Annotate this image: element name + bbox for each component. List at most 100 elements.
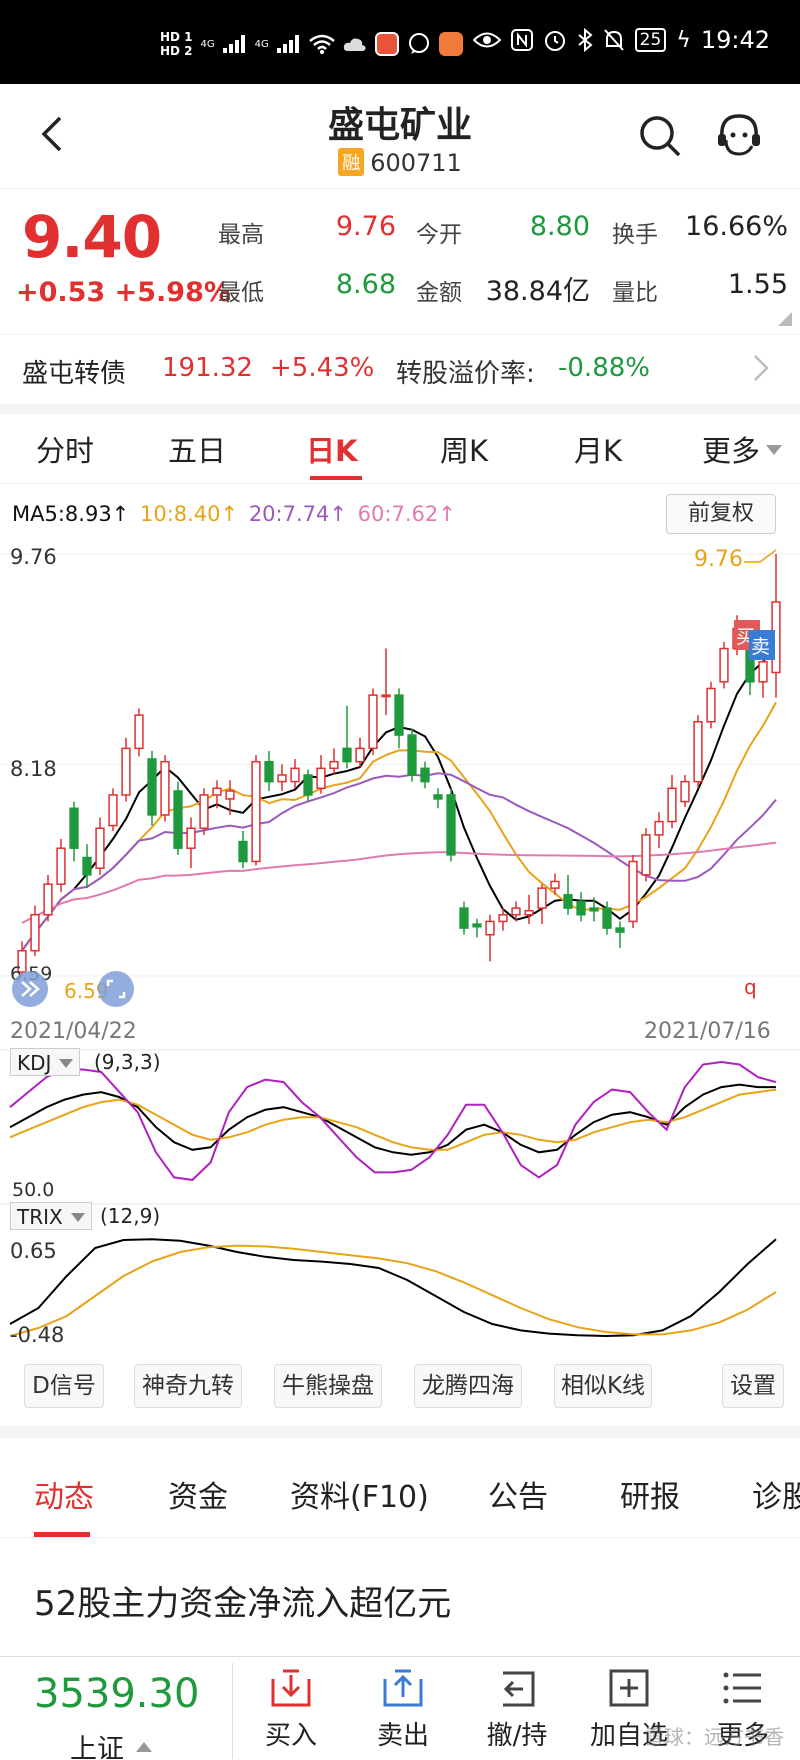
expand-chart-icon[interactable] bbox=[12, 971, 48, 1007]
candle bbox=[472, 918, 482, 938]
kdj-selector[interactable]: KDJ bbox=[10, 1048, 81, 1076]
expand-up-icon bbox=[136, 1742, 152, 1752]
settings-button[interactable]: 设置 bbox=[722, 1364, 784, 1408]
cancel-hold-label: 撤/持 bbox=[486, 1721, 548, 1751]
candle bbox=[628, 854, 638, 929]
candle bbox=[108, 788, 118, 831]
index-name-row[interactable]: 上证 bbox=[70, 1727, 152, 1760]
tab-funds[interactable]: 资金 bbox=[168, 1472, 228, 1516]
candle-body bbox=[316, 767, 326, 790]
candle-body bbox=[602, 907, 612, 929]
candle-body bbox=[368, 694, 378, 750]
index-value[interactable]: 3539.30 bbox=[34, 1671, 199, 1717]
app-icon bbox=[374, 32, 399, 56]
magic-nine-button[interactable]: 神奇九转 bbox=[134, 1364, 242, 1408]
period-tabs: 分时 五日 日K 周K 月K 更多 bbox=[0, 414, 800, 484]
indicator-tools: D信号 神奇九转 牛熊操盘 龙腾四海 相似K线 设置 bbox=[0, 1364, 800, 1426]
candle-body bbox=[186, 827, 196, 849]
tab-profile[interactable]: 资料(F10) bbox=[290, 1472, 429, 1516]
candle-body bbox=[277, 774, 287, 783]
tab-five-day[interactable]: 五日 bbox=[168, 428, 226, 470]
candle-body bbox=[147, 758, 157, 816]
customer-service-icon[interactable] bbox=[714, 110, 764, 160]
bull-bear-button[interactable]: 牛熊操盘 bbox=[274, 1364, 382, 1408]
cloud-icon bbox=[343, 38, 366, 51]
candle-body bbox=[238, 840, 248, 863]
x-axis-end-date: 2021/07/16 bbox=[644, 1019, 771, 1044]
tab-weekly-k[interactable]: 周K bbox=[440, 428, 488, 470]
trix-matrix-line bbox=[9, 1244, 777, 1337]
tab-news[interactable]: 动态 bbox=[34, 1472, 94, 1516]
candle-body bbox=[524, 910, 534, 916]
candle-body bbox=[407, 734, 417, 776]
similar-kline-button[interactable]: 相似K线 bbox=[554, 1364, 652, 1408]
tab-research[interactable]: 研报 bbox=[620, 1472, 680, 1516]
candle bbox=[524, 894, 534, 925]
hd2-label: HD 2 bbox=[160, 44, 193, 58]
candle bbox=[134, 708, 144, 757]
candle-body bbox=[433, 794, 443, 800]
candle bbox=[95, 817, 105, 875]
buy-label: 买入 bbox=[264, 1721, 317, 1751]
max-marker-leader bbox=[744, 549, 777, 563]
candle bbox=[173, 781, 183, 855]
max-price-marker: 9.76 bbox=[694, 547, 743, 572]
candle bbox=[394, 688, 404, 749]
charging-icon: ϟ bbox=[676, 27, 691, 53]
candle bbox=[290, 759, 300, 789]
search-icon[interactable] bbox=[638, 114, 682, 158]
current-price: 9.40 bbox=[22, 203, 162, 271]
candle bbox=[82, 844, 92, 889]
dropdown-icon bbox=[70, 1213, 85, 1222]
candle-body bbox=[706, 687, 716, 723]
candle-body bbox=[446, 794, 456, 856]
candle-body bbox=[758, 661, 768, 683]
tab-more-label: 更多 bbox=[702, 434, 761, 468]
kdj-params: (9,3,3) bbox=[94, 1050, 161, 1074]
price-change: +0.53 +5.98% bbox=[16, 277, 231, 308]
heart-app-icon bbox=[438, 32, 463, 56]
news-headline[interactable]: 52股主力资金净流入超亿元 bbox=[34, 1576, 451, 1625]
sell-label: 卖出 bbox=[376, 1721, 429, 1751]
dragon-button[interactable]: 龙腾四海 bbox=[414, 1364, 522, 1408]
candle-body bbox=[693, 720, 703, 783]
tab-more[interactable]: 更多 bbox=[702, 428, 783, 470]
status-right: 25 ϟ 19:42 bbox=[472, 26, 770, 54]
tab-diagnosis[interactable]: 诊股 bbox=[752, 1472, 800, 1516]
buy-button[interactable]: 买入 bbox=[246, 1667, 336, 1752]
convertible-bond-row[interactable]: 盛屯转债 191.32 +5.43% 转股溢价率: -0.88% bbox=[0, 334, 800, 404]
candle-body bbox=[628, 860, 638, 923]
tab-monthly-k[interactable]: 月K bbox=[574, 428, 622, 470]
open-label: 今开 bbox=[416, 222, 462, 248]
tab-intraday[interactable]: 分时 bbox=[36, 428, 94, 470]
hd1-label: HD 1 bbox=[160, 30, 193, 44]
expand-corner-icon[interactable] bbox=[778, 312, 792, 326]
candle-body bbox=[173, 790, 183, 849]
margin-badge: 融 bbox=[338, 148, 365, 176]
d-signal-button[interactable]: D信号 bbox=[24, 1364, 104, 1408]
nfc-icon bbox=[510, 29, 533, 51]
candle-body bbox=[719, 647, 729, 683]
section-divider bbox=[0, 1426, 800, 1438]
kline-chart[interactable]: 9.76 8.18 6.59 9.76 6.59 q 买 卖 2021/04/2… bbox=[0, 484, 800, 1364]
tab-daily-k[interactable]: 日K bbox=[306, 428, 357, 470]
alarm-icon bbox=[544, 31, 565, 51]
cancel-hold-button[interactable]: 撤/持 bbox=[472, 1667, 562, 1752]
info-tabs: 动态 资金 资料(F10) 公告 研报 诊股 bbox=[0, 1438, 800, 1538]
trix-selector[interactable]: TRIX bbox=[10, 1202, 92, 1230]
candle bbox=[160, 755, 170, 822]
candle bbox=[251, 755, 261, 866]
tab-announcements[interactable]: 公告 bbox=[488, 1472, 548, 1516]
candle bbox=[199, 788, 209, 835]
trix-params: (12,9) bbox=[100, 1204, 161, 1228]
sell-flag[interactable]: 卖 bbox=[749, 630, 775, 660]
bottom-bar: 3539.30 上证 买入 卖出 撤/持 加自选 更多 雪球：远方书香 bbox=[0, 1656, 800, 1760]
sell-button[interactable]: 卖出 bbox=[358, 1667, 448, 1752]
candle-body bbox=[667, 787, 677, 823]
candle-body bbox=[212, 787, 222, 796]
signal-icon bbox=[222, 35, 247, 53]
active-tab-indicator bbox=[34, 1532, 90, 1537]
candle bbox=[446, 788, 456, 862]
signal-icon bbox=[276, 35, 301, 53]
fullscreen-icon[interactable] bbox=[98, 971, 134, 1007]
